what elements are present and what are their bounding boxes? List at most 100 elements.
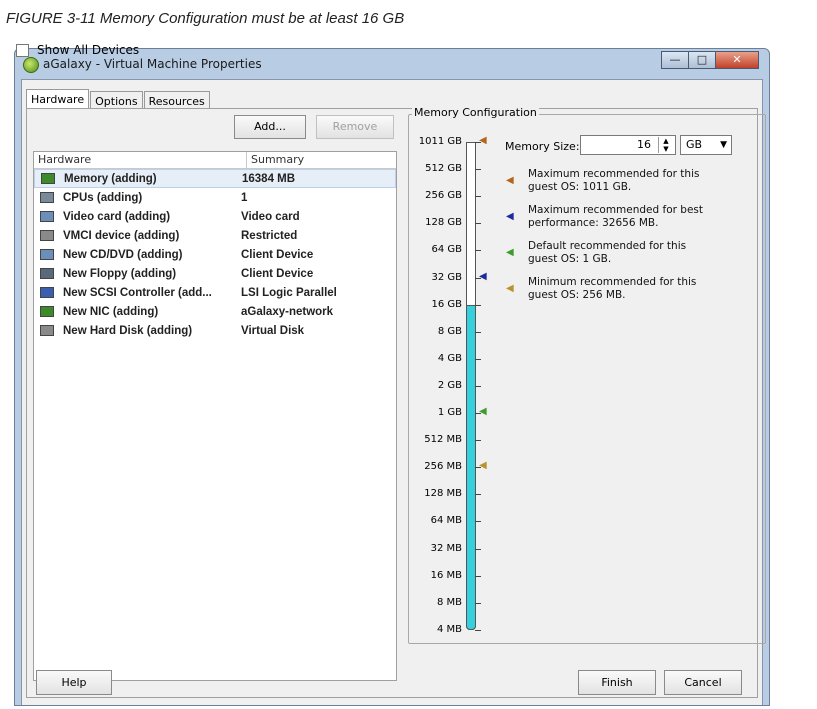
cd-dvd-icon	[40, 249, 54, 260]
maximize-icon[interactable]: □	[688, 51, 716, 69]
show-all-devices-checkbox[interactable]: Show All Devices	[16, 43, 139, 57]
cancel-button[interactable]: Cancel	[664, 670, 742, 695]
scale-label: 8 GB	[437, 325, 462, 337]
hardware-name: Video card (adding)	[63, 210, 171, 223]
recommendation-marker-icon: ◀	[479, 270, 487, 282]
column-summary[interactable]: Summary	[247, 152, 304, 168]
legend-text: Maximum recommended for this guest OS: 1…	[528, 168, 700, 193]
scale-tick	[475, 440, 481, 442]
scale-label: 64 GB	[431, 244, 462, 256]
window-title: aGalaxy - Virtual Machine Properties	[43, 57, 262, 71]
hardware-name: New Floppy (adding)	[63, 267, 177, 280]
scale-tick	[475, 548, 481, 550]
legend-text: Minimum recommended for this guest OS: 2…	[528, 276, 697, 301]
show-all-devices-label: Show All Devices	[37, 43, 140, 57]
recommendation-marker-icon: ◀	[479, 406, 487, 417]
scale-label: 4 GB	[437, 352, 462, 364]
memory-icon	[41, 173, 55, 184]
video-card-icon	[40, 211, 54, 222]
scale-label: 128 GB	[425, 217, 462, 229]
minimize-icon[interactable]: —	[661, 51, 689, 69]
memory-configuration-title: Memory Configuration	[412, 106, 539, 119]
scale-tick	[475, 250, 481, 252]
table-row[interactable]: VMCI device (adding) Restricted	[34, 226, 396, 245]
scale-tick	[475, 602, 481, 604]
scale-tick	[475, 575, 481, 577]
scale-tick	[475, 494, 481, 496]
hardware-list: Hardware Summary Memory (adding) 16384 MB…	[33, 151, 397, 681]
scale-label: 32 MB	[430, 542, 462, 554]
hard-disk-icon	[40, 325, 54, 336]
scale-label: 512 MB	[424, 434, 462, 446]
table-row[interactable]: New NIC (adding) aGalaxy-network	[34, 302, 396, 321]
legend-text: Maximum recommended for best performance…	[528, 204, 704, 229]
checkbox-icon[interactable]	[16, 43, 29, 57]
hardware-name: New SCSI Controller (add...	[63, 286, 212, 299]
scale-tick	[475, 629, 481, 631]
table-row[interactable]: New SCSI Controller (add... LSI Logic Par…	[34, 283, 396, 302]
legend-marker-icon: ◀	[506, 283, 514, 294]
hardware-name: VMCI device (adding)	[63, 229, 180, 242]
finish-button[interactable]: Finish	[578, 670, 656, 695]
table-row[interactable]: New Floppy (adding) Client Device	[34, 264, 396, 283]
table-row[interactable]: New CD/DVD (adding) Client Device	[34, 245, 396, 264]
scale-label: 128 MB	[424, 488, 462, 500]
scale-label: 16 MB	[430, 569, 462, 581]
legend-text: Default recommended for this guest OS: 1…	[528, 240, 687, 265]
scale-tick	[475, 358, 481, 360]
scale-tick	[475, 521, 481, 523]
remove-button[interactable]: Remove	[316, 115, 394, 139]
chevron-down-icon: ▼	[720, 140, 727, 150]
table-row[interactable]: New Hard Disk (adding) Virtual Disk	[34, 321, 396, 340]
table-row[interactable]: Video card (adding) Video card	[34, 207, 396, 226]
hardware-name: New Hard Disk (adding)	[63, 324, 193, 337]
scale-label: 1011 GB	[418, 136, 462, 147]
scale-tick	[475, 169, 481, 171]
hardware-summary: Client Device	[241, 267, 314, 280]
scale-tick	[475, 385, 481, 387]
floppy-icon	[40, 268, 54, 279]
scale-label: 512 GB	[425, 163, 462, 175]
hardware-list-header: Hardware Summary	[34, 152, 396, 169]
scale-label: 256 GB	[425, 190, 462, 202]
scale-label: 1 GB	[437, 407, 462, 418]
recommendation-marker-icon: ◀	[479, 460, 487, 472]
hardware-summary: Client Device	[241, 248, 314, 261]
hardware-summary: 16384 MB	[242, 172, 296, 185]
scale-label: 2 GB	[437, 379, 462, 391]
hardware-name: New CD/DVD (adding)	[63, 248, 183, 261]
recommendation-marker-icon: ◀	[479, 135, 487, 146]
table-row[interactable]: CPUs (adding) 1	[34, 188, 396, 207]
legend-marker-icon: ◀	[506, 175, 514, 186]
memory-size-label: Memory Size:	[505, 140, 580, 153]
hardware-name: New NIC (adding)	[63, 305, 159, 318]
scale-label: 256 MB	[424, 461, 462, 473]
scale-label: 64 MB	[430, 515, 462, 527]
legend-marker-icon: ◀	[506, 211, 514, 222]
scale-tick	[475, 223, 481, 225]
table-row[interactable]: Memory (adding) 16384 MB	[34, 169, 396, 188]
column-hardware[interactable]: Hardware	[34, 152, 247, 168]
hardware-name: Memory (adding)	[64, 172, 157, 185]
hardware-summary: Virtual Disk	[241, 324, 305, 337]
legend-marker-icon: ◀	[506, 247, 514, 258]
add-button[interactable]: Add...	[234, 115, 306, 139]
help-button[interactable]: Help	[36, 670, 112, 695]
hardware-name: CPUs (adding)	[63, 191, 143, 204]
scale-tick	[475, 196, 481, 198]
scale-label: 8 MB	[436, 596, 462, 608]
scale-tick	[475, 304, 481, 306]
scale-label: 32 GB	[431, 271, 462, 283]
figure-caption: FIGURE 3-11 Memory Configuration must be…	[6, 10, 405, 27]
memory-size-spinner[interactable]: ▲ ▼	[658, 137, 673, 153]
nic-icon	[40, 306, 54, 317]
hardware-summary: 1	[241, 191, 248, 204]
scale-tick	[475, 331, 481, 333]
cpu-icon	[40, 192, 54, 203]
app-icon	[23, 57, 39, 73]
close-icon[interactable]: ✕	[715, 51, 759, 69]
hardware-summary: LSI Logic Parallel	[241, 286, 337, 299]
scsi-icon	[40, 287, 54, 298]
vmci-icon	[40, 230, 54, 241]
memory-unit-select[interactable]: GB ▼	[680, 135, 732, 155]
